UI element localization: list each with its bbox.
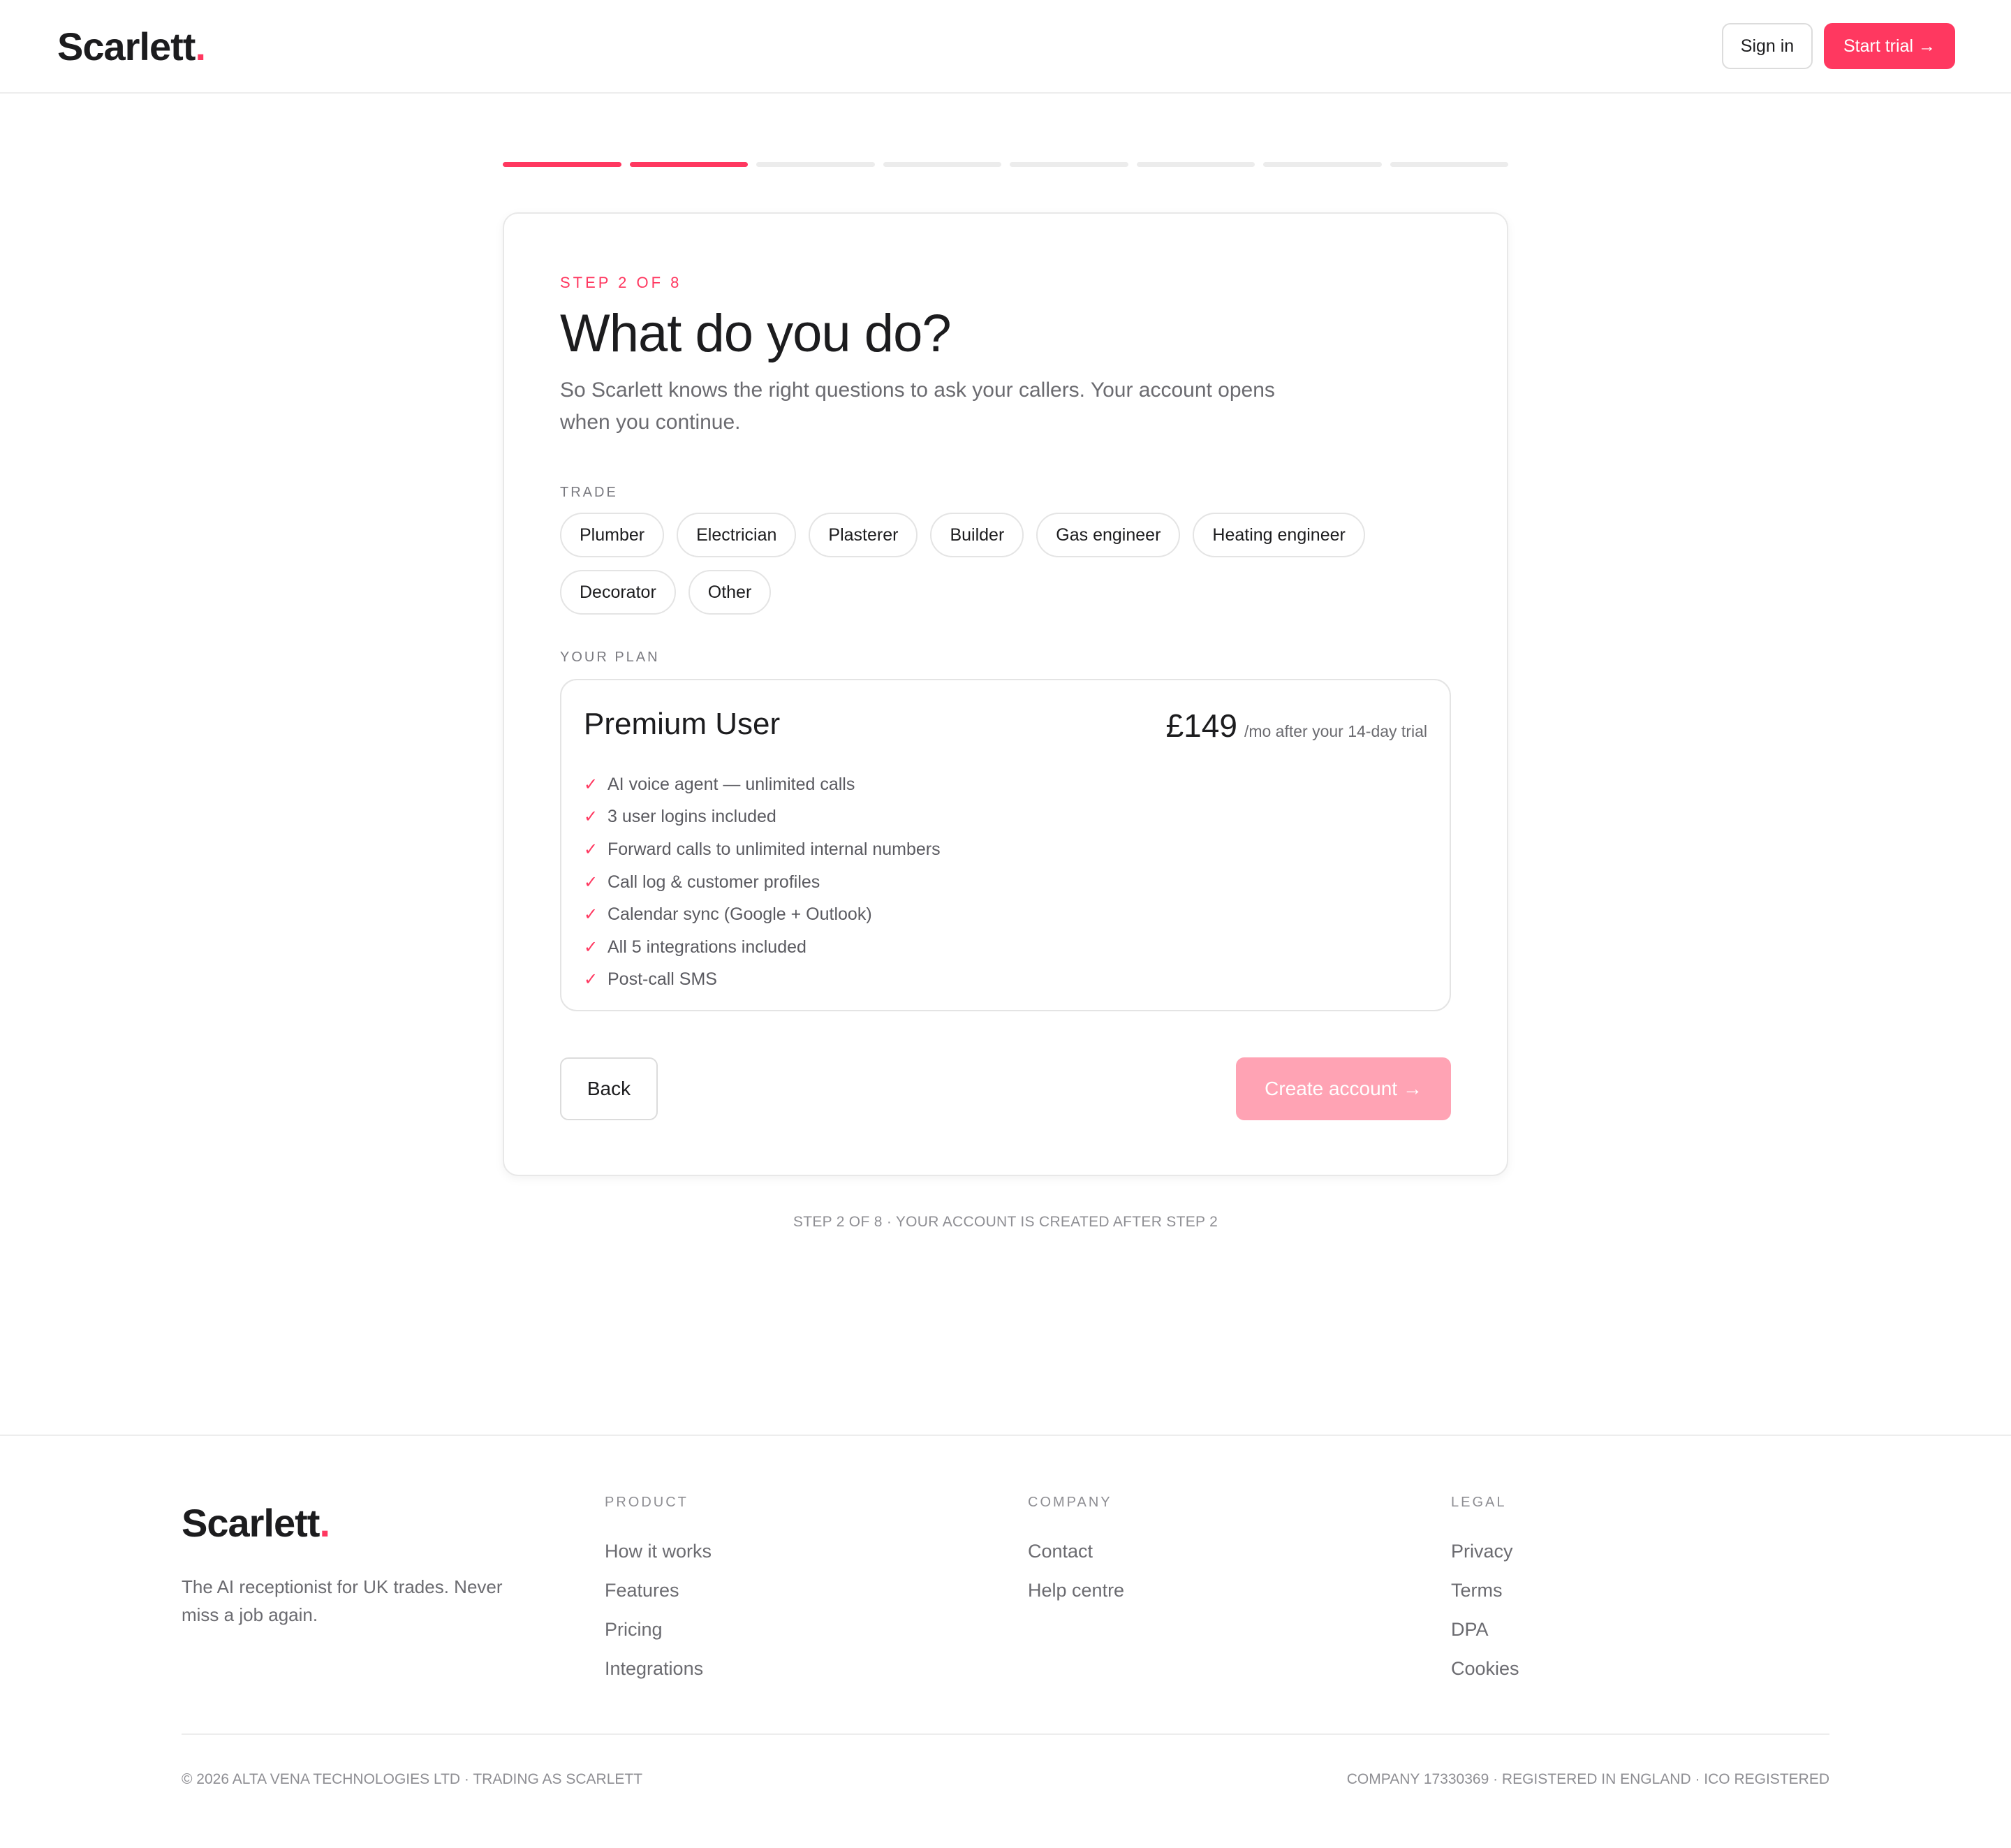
- check-icon: ✓: [584, 937, 598, 957]
- step-progress-bar: [503, 162, 1508, 168]
- footer-logo[interactable]: Scarlett.: [182, 1500, 330, 1546]
- footer-column-legal: LEGAL Privacy Terms DPA Cookies: [1451, 1495, 1519, 1688]
- plan-name: Premium User: [584, 707, 781, 741]
- footer-link-help-centre[interactable]: Help centre: [1028, 1571, 1124, 1610]
- trade-chip-other[interactable]: Other: [688, 570, 772, 615]
- trade-section-label: TRADE: [560, 485, 618, 500]
- plan-feature-item: ✓ Calendar sync (Google + Outlook): [584, 898, 941, 931]
- plan-feature-text: Call log & customer profiles: [607, 872, 820, 892]
- check-icon: ✓: [584, 872, 598, 892]
- trade-chip-plasterer[interactable]: Plasterer: [809, 513, 918, 557]
- progress-segment: [1263, 162, 1382, 167]
- footer-column-title: LEGAL: [1451, 1495, 1507, 1510]
- logo[interactable]: Scarlett.: [57, 24, 206, 69]
- start-trial-button[interactable]: Start trial →: [1824, 23, 1955, 69]
- progress-segment: [1010, 162, 1128, 167]
- footer-logo-text: Scarlett: [182, 1501, 320, 1545]
- logo-dot: .: [195, 24, 206, 68]
- trade-chip-heating-engineer[interactable]: Heating engineer: [1193, 513, 1365, 557]
- plan-section-label: YOUR PLAN: [560, 650, 660, 665]
- site-header: Scarlett. Sign in Start trial →: [0, 0, 2011, 94]
- back-button[interactable]: Back: [560, 1057, 658, 1120]
- footer-column-company: COMPANY Contact Help centre: [1028, 1495, 1124, 1610]
- step-label: STEP 2 OF 8: [560, 274, 682, 291]
- trade-chip-group: Plumber Electrician Plasterer Builder Gas en…: [560, 513, 1398, 615]
- page-title: What do you do?: [560, 304, 952, 363]
- progress-segment: [1390, 162, 1508, 167]
- check-icon: ✓: [584, 775, 598, 794]
- check-icon: ✓: [584, 970, 598, 990]
- footer-link-how-it-works[interactable]: How it works: [605, 1532, 712, 1571]
- onboarding-card: STEP 2 OF 8 What do you do? So Scarlett …: [503, 212, 1508, 1176]
- trade-chip-builder[interactable]: Builder: [930, 513, 1024, 557]
- plan-card: Premium User £149 /mo after your 14-day …: [560, 679, 1451, 1011]
- footer-copyright: © 2026 ALTA VENA TECHNOLOGIES LTD · TRAD…: [182, 1771, 643, 1787]
- footer-link-privacy[interactable]: Privacy: [1451, 1532, 1519, 1571]
- footer-tagline: The AI receptionist for UK trades. Never…: [182, 1576, 503, 1625]
- plan-feature-item: ✓ 3 user logins included: [584, 801, 941, 834]
- trade-chip-plumber[interactable]: Plumber: [560, 513, 665, 557]
- footer-column-title: PRODUCT: [605, 1495, 688, 1510]
- footer-column-product: PRODUCT How it works Features Pricing In…: [605, 1495, 712, 1688]
- progress-segment: [883, 162, 1001, 167]
- footer-link-features[interactable]: Features: [605, 1571, 712, 1610]
- plan-price: £149 /mo after your 14-day trial: [1166, 707, 1427, 745]
- footer-link-contact[interactable]: Contact: [1028, 1532, 1124, 1571]
- footer-link-pricing[interactable]: Pricing: [605, 1610, 712, 1649]
- footer-link-dpa[interactable]: DPA: [1451, 1610, 1519, 1649]
- footer-logo-dot: .: [319, 1501, 330, 1545]
- plan-feature-text: 3 user logins included: [607, 807, 776, 827]
- check-icon: ✓: [584, 905, 598, 925]
- check-icon: ✓: [584, 807, 598, 827]
- plan-feature-item: ✓ Post-call SMS: [584, 964, 941, 997]
- page-subtitle: So Scarlett knows the right questions to…: [560, 379, 1275, 434]
- plan-feature-list: ✓ AI voice agent — unlimited calls ✓ 3 user…: [584, 768, 941, 996]
- sign-in-button[interactable]: Sign in: [1722, 23, 1813, 69]
- check-icon: ✓: [584, 839, 598, 859]
- plan-feature-item: ✓ All 5 integrations included: [584, 931, 941, 964]
- trade-chip-gas-engineer[interactable]: Gas engineer: [1036, 513, 1181, 557]
- trade-chip-electrician[interactable]: Electrician: [677, 513, 797, 557]
- plan-price-note: /mo after your 14-day trial: [1244, 722, 1427, 740]
- progress-segment: [1136, 162, 1255, 167]
- site-footer: Scarlett. The AI receptionist for UK tra…: [0, 1435, 2011, 1848]
- plan-price-value: £149: [1165, 707, 1237, 744]
- plan-feature-text: Forward calls to unlimited internal numb…: [607, 839, 941, 859]
- create-account-button[interactable]: Create account →: [1236, 1057, 1451, 1120]
- plan-feature-text: Calendar sync (Google + Outlook): [607, 904, 872, 925]
- plan-feature-item: ✓ Forward calls to unlimited internal num…: [584, 833, 941, 866]
- footer-link-integrations[interactable]: Integrations: [605, 1649, 712, 1688]
- footer-divider: [182, 1733, 1829, 1735]
- footer-company-info: COMPANY 17330369 · REGISTERED IN ENGLAND…: [1346, 1771, 1829, 1787]
- progress-segment: [756, 162, 875, 167]
- plan-feature-item: ✓ AI voice agent — unlimited calls: [584, 768, 941, 801]
- progress-segment: [503, 162, 621, 167]
- logo-text: Scarlett: [57, 24, 196, 68]
- footer-link-cookies[interactable]: Cookies: [1451, 1649, 1519, 1688]
- plan-feature-item: ✓ Call log & customer profiles: [584, 866, 941, 899]
- trade-chip-decorator[interactable]: Decorator: [560, 570, 676, 615]
- progress-segment: [629, 162, 748, 167]
- plan-feature-text: All 5 integrations included: [607, 937, 806, 957]
- plan-feature-text: Post-call SMS: [607, 969, 717, 990]
- footer-column-title: COMPANY: [1028, 1495, 1112, 1510]
- step-footnote: STEP 2 OF 8 · YOUR ACCOUNT IS CREATED AF…: [793, 1214, 1218, 1230]
- footer-link-terms[interactable]: Terms: [1451, 1571, 1519, 1610]
- plan-feature-text: AI voice agent — unlimited calls: [607, 774, 855, 794]
